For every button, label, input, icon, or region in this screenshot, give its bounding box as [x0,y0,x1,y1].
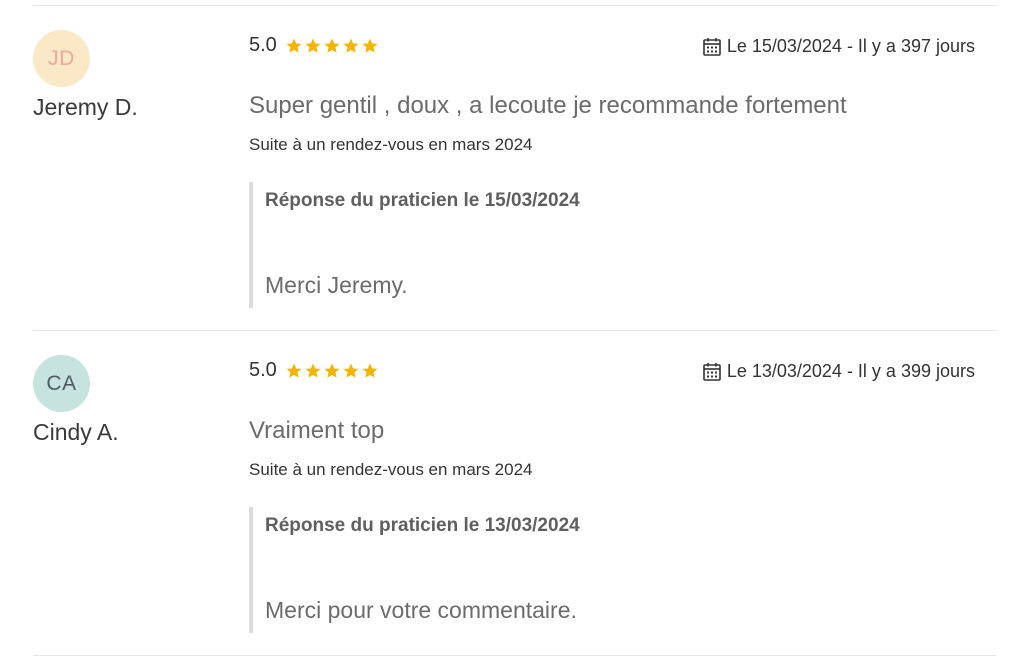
avatar: JD [33,30,90,87]
star-icon [343,38,359,53]
rating: 5.0 [249,34,380,57]
star-icon [324,363,340,378]
reply-text: Merci pour votre commentaire. [265,597,577,623]
appointment-context: Suite à un rendez-vous en mars 2024 [249,460,533,479]
star-icon [305,38,321,53]
star-icon [362,38,378,53]
appointment-context: Suite à un rendez-vous en mars 2024 [249,135,533,154]
reply-title: Réponse du praticien le 15/03/2024 [265,190,580,211]
rating-value: 5.0 [249,34,277,56]
date-text: Le 15/03/2024 - Il y a 397 jours [726,36,975,56]
reply-text: Merci Jeremy. [265,272,408,298]
reviews-list: JD Jeremy D. 5.0 Le 15/03/2024 - Il y a … [0,0,1024,656]
reply-title: Réponse du praticien le 13/03/2024 [265,515,580,536]
review-comment: Super gentil , doux , a lecoute je recom… [249,92,847,119]
calendar-icon [703,362,721,381]
avatar-initials: CA [46,371,77,395]
review-card: CA Cindy A. 5.0 Le 13/03/2024 - Il y a 3… [0,325,1024,650]
review-card: JD Jeremy D. 5.0 Le 15/03/2024 - Il y a … [0,0,1024,325]
star-icon [305,363,321,378]
star-icon [286,363,302,378]
date-text: Le 13/03/2024 - Il y a 399 jours [726,361,975,381]
practitioner-reply: Réponse du praticien le 13/03/2024 Merci… [249,507,953,633]
review-date: Le 15/03/2024 - Il y a 397 jours [702,36,975,57]
star-icon [362,363,378,378]
star-icon [286,38,302,53]
practitioner-reply: Réponse du praticien le 15/03/2024 Merci… [249,182,953,308]
rating-value: 5.0 [249,359,277,381]
rating: 5.0 [249,359,380,382]
author-name: Cindy A. [33,419,119,445]
calendar-icon [703,37,721,56]
star-icon [343,363,359,378]
review-comment: Vraiment top [249,417,385,444]
author-name: Jeremy D. [33,94,138,120]
review-date: Le 13/03/2024 - Il y a 399 jours [702,361,975,382]
avatar-initials: JD [48,46,75,70]
star-rating [285,362,380,380]
avatar: CA [33,355,90,412]
star-icon [324,38,340,53]
star-rating [285,37,380,55]
